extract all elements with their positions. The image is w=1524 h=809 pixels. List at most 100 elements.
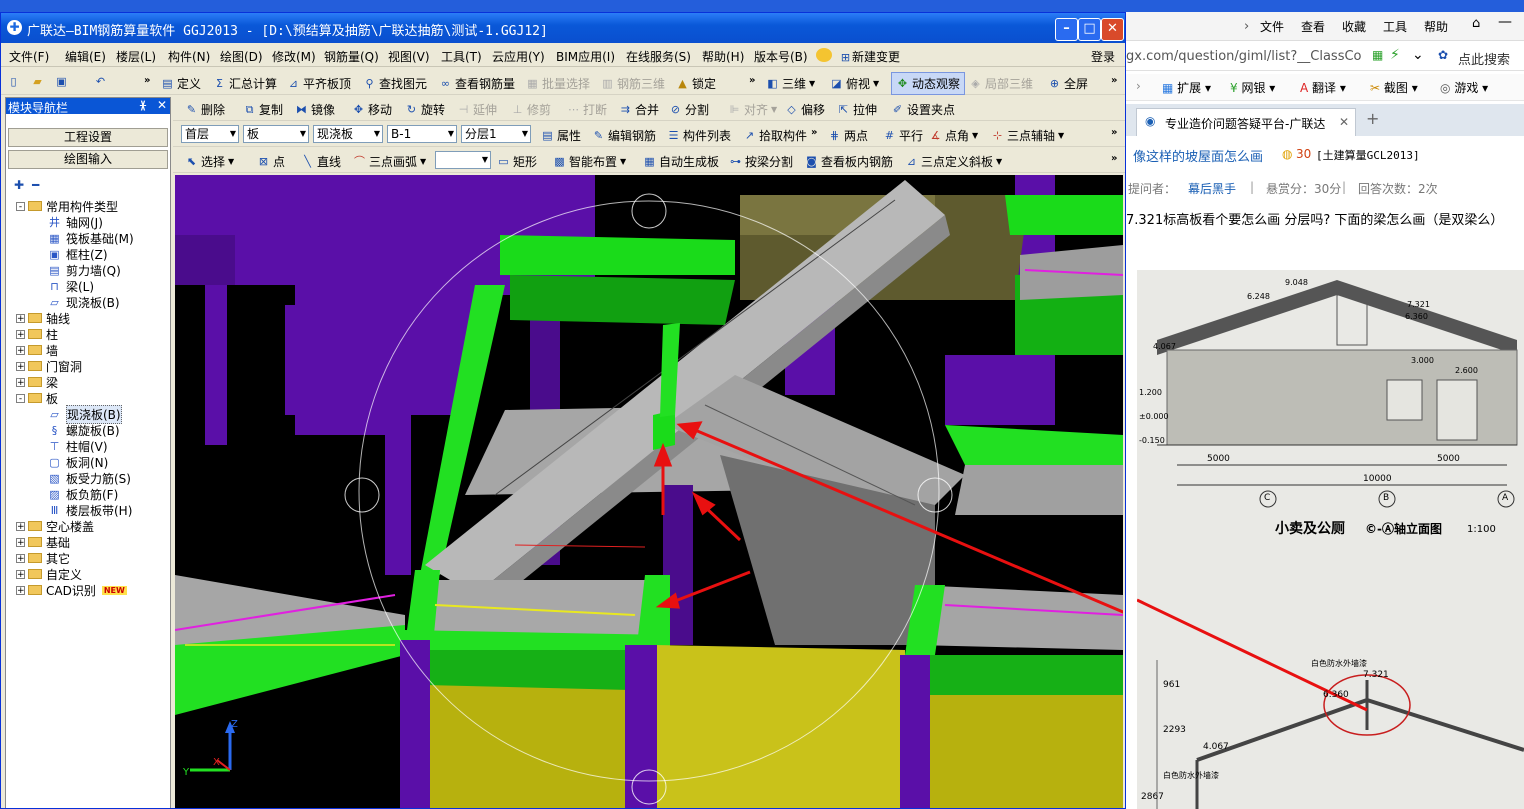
new-tab-button[interactable]: + — [1366, 109, 1379, 128]
expand-icon[interactable]: + — [16, 553, 25, 563]
fav-bank[interactable]: ¥ 网银 ▾ — [1230, 79, 1275, 96]
home-icon[interactable]: ⌂ — [1472, 16, 1480, 31]
move-button[interactable]: ✥ 移动 — [352, 101, 392, 118]
offset-button[interactable]: ◇ 偏移 — [785, 101, 825, 118]
tree-item[interactable]: ⊤ 柱帽(V) — [48, 438, 108, 454]
break-button[interactable]: ⋯ 打断 — [567, 101, 607, 118]
type-select[interactable]: 现浇板 ▼ — [313, 125, 383, 143]
paw-icon[interactable]: ✿ — [1438, 48, 1448, 62]
tree-item[interactable]: ▱ 现浇板(B) — [48, 294, 119, 310]
fullscreen-button[interactable]: ⊕ 全屏 — [1048, 75, 1088, 92]
tree-item[interactable]: ▤ 剪力墙(Q) — [48, 262, 121, 278]
find-element-button[interactable]: ⚲ 查找图元 — [363, 75, 427, 92]
three-d-dropdown[interactable]: ◧ 三维 ▼ — [766, 75, 815, 92]
local-3d-button[interactable]: ◈ 局部三维 — [969, 75, 1033, 92]
draw-input-button[interactable]: 绘图输入 — [8, 150, 168, 169]
fav-extend[interactable]: ▦ 扩展 ▾ — [1162, 79, 1211, 96]
rebar-3d-button[interactable]: ▥ 钢筋三维 — [601, 75, 665, 92]
set-grip-button[interactable]: ✐ 设置夹点 — [891, 101, 955, 118]
tree-item[interactable]: ▨ 板负筋(F) — [48, 486, 118, 502]
title-bar[interactable]: ✚ 广联达—BIM钢筋算量软件 GGJ2013 - [D:\预结算及抽筋\广联达… — [1, 13, 1125, 43]
collapse-icon[interactable]: - — [16, 393, 25, 403]
arc-mode-select[interactable]: ▼ — [435, 151, 491, 169]
batch-select-button[interactable]: ▦ 批量选择 — [526, 75, 590, 92]
arc-dropdown[interactable]: ⌒ 三点画弧 ▼ — [353, 153, 426, 170]
three-point-slope-dropdown[interactable]: ⊿ 三点定义斜板 ▼ — [905, 153, 1002, 170]
fav-screenshot[interactable]: ✂ 截图 ▾ — [1370, 79, 1418, 96]
properties-button[interactable]: ▤ 属性 — [541, 127, 581, 144]
menu-online[interactable]: 在线服务(S) — [626, 48, 691, 65]
close-button[interactable]: ✕ — [1101, 18, 1124, 41]
tree-folder[interactable]: + 其它 — [16, 550, 70, 566]
browser-menu-file[interactable]: 文件 — [1260, 18, 1284, 35]
menu-file[interactable]: 文件(F) — [9, 48, 49, 65]
view-inner-rebar-button[interactable]: ◙ 查看板内钢筋 — [805, 153, 893, 170]
dynamic-observe-button[interactable]: ✥ 动态观察 — [891, 72, 966, 95]
two-point-button[interactable]: ⋕ 两点 — [828, 127, 868, 144]
floor-select[interactable]: 首层 ▼ — [181, 125, 239, 143]
collapse-icon[interactable]: - — [16, 201, 25, 211]
toolbar-overflow-chevron-icon[interactable]: » — [749, 75, 755, 86]
tree-item[interactable]: ▣ 框柱(Z) — [48, 246, 107, 262]
collapse-all-icon[interactable]: ━ — [32, 178, 39, 192]
point-button[interactable]: ⊠ 点 — [257, 153, 285, 170]
edit-rebar-button[interactable]: ✎ 编辑钢筋 — [592, 127, 656, 144]
toolbar-overflow-chevron-icon[interactable]: » — [144, 75, 150, 86]
tree-folder[interactable]: - 常用构件类型 — [16, 198, 118, 214]
expand-icon[interactable]: + — [16, 585, 25, 595]
menu-help[interactable]: 帮助(H) — [702, 48, 744, 65]
auto-generate-slab-button[interactable]: ▦ 自动生成板 — [643, 153, 719, 170]
browser-menu-favorites[interactable]: 收藏 — [1342, 18, 1366, 35]
expand-icon[interactable]: + — [16, 329, 25, 339]
expand-icon[interactable]: + — [16, 377, 25, 387]
3d-viewport[interactable]: Z X Y — [175, 175, 1123, 808]
browser-menu-tools[interactable]: 工具 — [1383, 18, 1407, 35]
tree-item[interactable]: ▧ 板受力筋(S) — [48, 470, 131, 486]
new-file-icon[interactable]: ▯ — [7, 75, 20, 88]
minimize-button[interactable]: – — [1055, 18, 1078, 41]
pick-component-button[interactable]: ↗ 拾取构件 — [743, 127, 807, 144]
tree-folder[interactable]: + 基础 — [16, 534, 70, 550]
fav-translate[interactable]: A 翻译 ▾ — [1300, 79, 1346, 96]
line-button[interactable]: ╲ 直线 — [301, 153, 341, 170]
nav-close-icon[interactable]: ✕ — [157, 98, 167, 112]
sum-calc-button[interactable]: Σ 汇总计算 — [213, 75, 277, 92]
view-rebar-qty-button[interactable]: ∞ 查看钢筋量 — [439, 75, 515, 92]
delete-button[interactable]: ✎ 删除 — [185, 101, 225, 118]
top-view-dropdown[interactable]: ◪ 俯视 ▼ — [830, 75, 879, 92]
copy-button[interactable]: ⧉ 复制 — [243, 101, 283, 118]
lightning-icon[interactable]: ⚡ — [1390, 47, 1400, 63]
flush-slab-button[interactable]: ⊿ 平齐板顶 — [287, 75, 351, 92]
toolbar-overflow-chevron-icon[interactable]: » — [1111, 153, 1117, 164]
question-title[interactable]: 像这样的坡屋面怎么画 — [1133, 146, 1263, 165]
asker-name[interactable]: 幕后黑手 — [1188, 180, 1236, 197]
mirror-button[interactable]: ⧓ 镜像 — [295, 101, 335, 118]
expand-icon[interactable]: + — [16, 521, 25, 531]
tree-folder[interactable]: + 梁 — [16, 374, 58, 390]
address-url[interactable]: gx.com/question/giml/list?__ClassCo — [1126, 49, 1362, 64]
menu-cloud[interactable]: 云应用(Y) — [492, 48, 545, 65]
tree-folder[interactable]: + 柱 — [16, 326, 58, 342]
toolbar-overflow-chevron-icon[interactable]: » — [811, 127, 817, 138]
elevation-drawing-photo[interactable]: 9.048 6.248 7.321 6.360 4.067 ±0.000 -0.… — [1137, 270, 1524, 809]
save-file-icon[interactable]: ▣ — [55, 75, 68, 88]
tree-folder[interactable]: + 轴线 — [16, 310, 70, 326]
tree-folder[interactable]: + 空心楼盖 — [16, 518, 94, 534]
tree-item[interactable]: § 螺旋板(B) — [48, 422, 120, 438]
pin-icon[interactable]: ᚕ — [140, 98, 146, 112]
smart-layout-dropdown[interactable]: ▩ 智能布置 ▼ — [553, 153, 626, 170]
login-button[interactable]: 登录 — [1091, 48, 1115, 65]
expand-icon[interactable]: + — [16, 361, 25, 371]
browser-menu-help[interactable]: 帮助 — [1424, 18, 1448, 35]
expand-icon[interactable]: + — [16, 313, 25, 323]
menu-modify[interactable]: 修改(M) — [272, 48, 316, 65]
component-list-button[interactable]: ☰ 构件列表 — [667, 127, 731, 144]
tree-folder[interactable]: + 墙 — [16, 342, 58, 358]
project-settings-button[interactable]: 工程设置 — [8, 128, 168, 147]
maximize-button[interactable]: □ — [1078, 18, 1101, 41]
rectangle-button[interactable]: ▭ 矩形 — [497, 153, 537, 170]
search-box[interactable]: 点此搜索 — [1458, 49, 1510, 68]
tree-item[interactable]: ▱ 现浇板(B) — [48, 404, 122, 424]
stretch-button[interactable]: ⇱ 拉伸 — [837, 101, 877, 118]
menu-version[interactable]: 版本号(B) — [754, 48, 808, 65]
